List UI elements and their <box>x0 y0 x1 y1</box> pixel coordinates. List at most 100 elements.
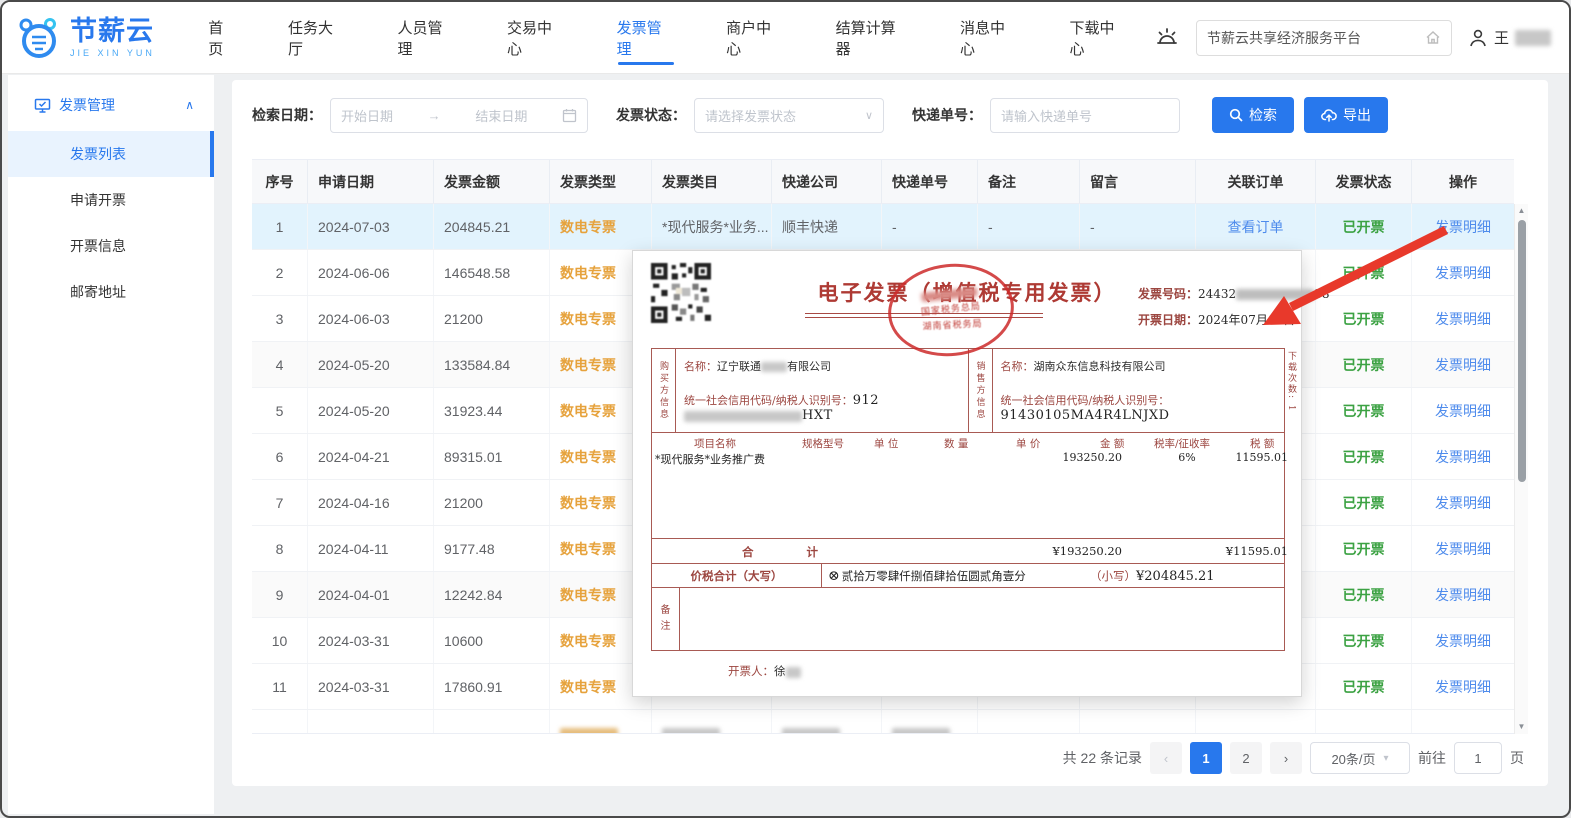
column-header-快递单号: 快递单号 <box>882 160 978 203</box>
column-header-留言: 留言 <box>1080 160 1196 203</box>
sidebar-item-发票列表[interactable]: 发票列表 <box>8 131 214 177</box>
invoice-detail-link[interactable]: 发票明细 <box>1435 585 1491 605</box>
cell-category <box>652 710 772 733</box>
column-header-发票类型: 发票类型 <box>550 160 652 203</box>
scroll-up-icon[interactable]: ▲ <box>1518 204 1526 218</box>
cell-date: 2024-03-31 <box>308 664 434 709</box>
date-range-arrow-icon: → <box>427 107 441 123</box>
navbar-right: 节薪云共享经济服务平台 王 <box>1154 19 1569 56</box>
user-name-redacted <box>1515 29 1551 46</box>
export-cloud-icon <box>1321 108 1337 122</box>
invoice-preview-overlay: 电子发票（增值税专用发票） 国家税务总局 湖南省税务局 发票号码：2443238… <box>632 250 1329 697</box>
banknote-symbol: ⊗ <box>828 567 840 584</box>
invoice-detail-link[interactable]: 发票明细 <box>1435 677 1491 697</box>
invoice-detail-link[interactable]: 发票明细 <box>1435 631 1491 651</box>
scrollbar-thumb[interactable] <box>1517 220 1526 482</box>
buyer-section: 购买方信息 名称：辽宁联通 有限公司 统一社会信用代码/纳税人识别号：912HXT <box>652 349 968 432</box>
column-header-操作: 操作 <box>1449 173 1477 190</box>
nav-item-任务大厅[interactable]: 任务大厅 <box>263 2 373 74</box>
cell-no: 2 <box>252 250 308 295</box>
nav-item-消息中心[interactable]: 消息中心 <box>935 2 1045 74</box>
tenant-selector[interactable]: 节薪云共享经济服务平台 <box>1195 19 1452 56</box>
invoice-detail-link[interactable]: 发票明细 <box>1435 355 1491 375</box>
sidebar-item-开票信息[interactable]: 开票信息 <box>8 223 214 269</box>
alarm-bell-icon[interactable] <box>1154 25 1180 51</box>
nav-item-首页[interactable]: 首页 <box>183 2 263 74</box>
scroll-down-icon[interactable]: ▼ <box>1518 720 1526 734</box>
prev-page-button[interactable]: ‹ <box>1150 742 1182 774</box>
column-header-发票类目: 发票类目 <box>652 160 772 203</box>
date-range-picker[interactable]: 开始日期 → 结束日期 <box>330 97 588 133</box>
cell-date <box>308 710 434 733</box>
view-order-link[interactable]: 查看订单 <box>1228 217 1284 237</box>
sidebar-item-邮寄地址[interactable]: 邮寄地址 <box>8 269 214 315</box>
goto-page-input[interactable]: 1 <box>1454 742 1502 774</box>
status-filter-label: 发票状态： <box>616 107 686 123</box>
next-page-button[interactable]: › <box>1270 742 1302 774</box>
cell-status: 已开票 <box>1316 296 1412 341</box>
invoice-remark-box: 备注 <box>651 588 1285 651</box>
export-button[interactable]: 导出 <box>1304 97 1388 133</box>
goto-label: 前往 <box>1418 750 1446 766</box>
invoice-column-3: 数 量 <box>944 438 969 450</box>
nav-item-交易中心[interactable]: 交易中心 <box>482 2 592 74</box>
invoice-detail-link[interactable]: 发票明细 <box>1435 447 1491 467</box>
column-header-发票金额: 发票金额 <box>434 160 550 203</box>
cell-date: 2024-06-03 <box>308 296 434 341</box>
invoice-detail-link[interactable]: 发票明细 <box>1435 263 1491 283</box>
nav-item-下载中心[interactable]: 下载中心 <box>1045 2 1155 74</box>
cell-status: 已开票 <box>1316 618 1412 663</box>
invoice-column-6: 税率/征收率 <box>1154 438 1211 450</box>
invoice-column-1: 规格型号 <box>802 438 844 450</box>
invoice-detail-link[interactable]: 发票明细 <box>1435 493 1491 513</box>
invoice-parties: 购买方信息 名称：辽宁联通 有限公司 统一社会信用代码/纳税人识别号：912HXT… <box>651 348 1285 433</box>
cell-message <box>1080 710 1196 733</box>
invoice-column-4: 单 价 <box>1016 438 1041 450</box>
nav-menu: 首页 任务大厅 人员管理 交易中心 发票管理 商户中心 结算计算器 消息中心 下载中心 <box>183 2 1154 74</box>
nav-item-商户中心[interactable]: 商户中心 <box>701 2 811 74</box>
nav-item-发票管理[interactable]: 发票管理 <box>592 2 702 74</box>
cell-op: 发票明细 <box>1412 296 1514 341</box>
page-button-2[interactable]: 2 <box>1230 742 1262 774</box>
table-scrollbar[interactable]: ▲ ▼ <box>1514 204 1528 734</box>
invoice-detail-link[interactable]: 发票明细 <box>1435 539 1491 559</box>
cell-no: 5 <box>252 388 308 433</box>
cell-no: 3 <box>252 296 308 341</box>
app-logo[interactable]: 节薪云 JIE XIN YUN <box>16 15 183 61</box>
cell-category: *现代服务*业务... <box>652 204 772 249</box>
cell-amount: 31923.44 <box>434 388 550 433</box>
total-records: 共 22 条记录 <box>1062 750 1142 766</box>
user-menu[interactable]: 王 <box>1468 27 1551 48</box>
cell-status: 已开票 <box>1316 664 1412 709</box>
cell-op: 发票明细 <box>1412 526 1514 571</box>
nav-item-人员管理[interactable]: 人员管理 <box>373 2 483 74</box>
pagination: 共 22 条记录 ‹ 12 › 20条/页 ▾ 前往 1 页 <box>252 734 1528 782</box>
cell-no: 11 <box>252 664 308 709</box>
sidebar-group-invoice[interactable]: 发票管理 ∧ <box>8 75 214 131</box>
search-icon <box>1229 108 1243 122</box>
search-button[interactable]: 检索 <box>1212 97 1294 133</box>
download-count: 下载次数: 1 <box>1286 351 1296 413</box>
invoice-detail-link[interactable]: 发票明细 <box>1435 217 1491 237</box>
sidebar-item-申请开票[interactable]: 申请开票 <box>8 177 214 223</box>
invoice-status-select[interactable]: 请选择发票状态 ∨ <box>694 97 884 133</box>
buyer-vertical-label: 购买方信息 <box>652 349 676 432</box>
cell-message: - <box>1080 204 1196 249</box>
page-button-1[interactable]: 1 <box>1190 742 1222 774</box>
cell-status: 已开票 <box>1316 250 1412 295</box>
page-size-select[interactable]: 20条/页 ▾ <box>1310 742 1410 774</box>
invoice-detail-link[interactable]: 发票明细 <box>1435 309 1491 329</box>
nav-item-结算计算器[interactable]: 结算计算器 <box>811 2 935 74</box>
cell-op: 发票明细 <box>1412 388 1514 433</box>
invoice-items: 项目名称 规格型号单 位数 量单 价金 额税率/征收率税 额 *现代服务*业务推广… <box>651 433 1288 538</box>
cell-date: 2024-05-20 <box>308 342 434 387</box>
invoice-detail-link[interactable]: 发票明细 <box>1435 401 1491 421</box>
invoice-column-2: 单 位 <box>874 438 899 450</box>
tracking-number-input[interactable]: 请输入快递单号 <box>990 97 1180 133</box>
logo-subtext: JIE XIN YUN <box>70 47 155 58</box>
invoice-column-5: 金 额 <box>1100 438 1125 450</box>
logo-text: 节薪云 <box>70 15 154 46</box>
invoice-total-row: 合 计 ¥193250.20 ¥11595.01 <box>651 538 1288 563</box>
cell-amount: 12242.84 <box>434 572 550 617</box>
cell-op: 发票明细 <box>1412 342 1514 387</box>
